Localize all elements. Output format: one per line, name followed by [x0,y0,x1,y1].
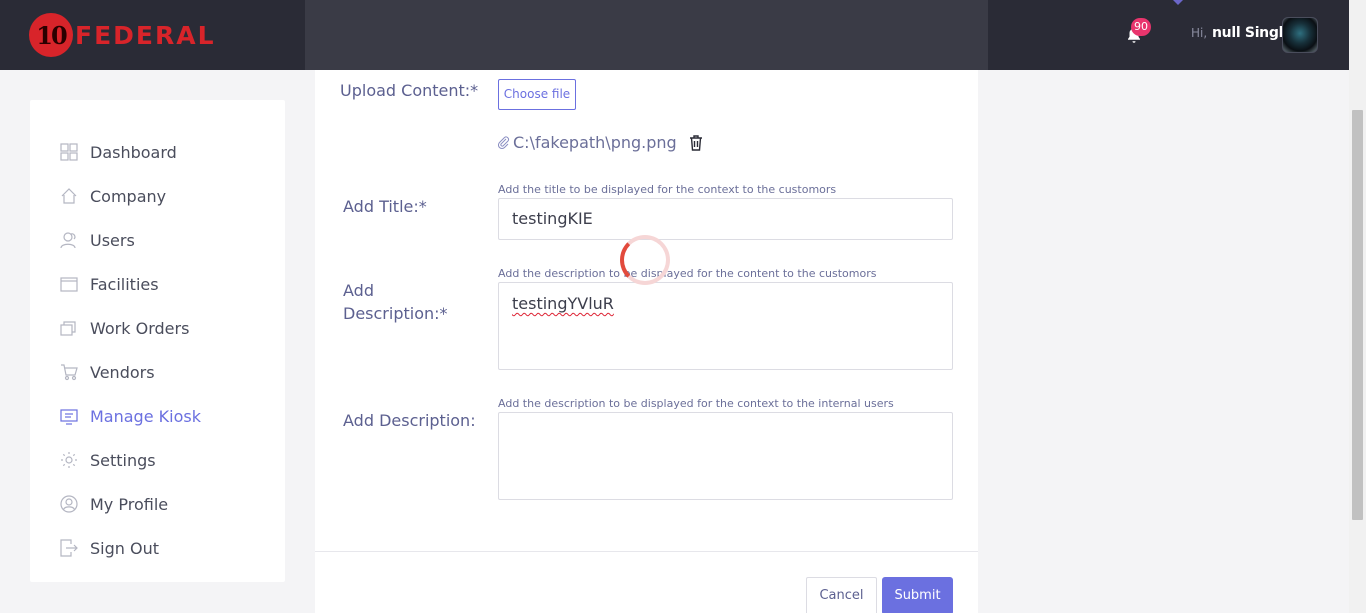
sidebar-item-label: Dashboard [90,142,177,162]
sidebar-item-label: Work Orders [90,318,190,338]
cart-icon [61,364,78,381]
page-scrollbar[interactable] [1349,0,1366,613]
greeting-text: Hi, [1191,26,1208,40]
logo-text: FEDERAL [75,20,216,50]
internal-description-hint: Add the description to be displayed for … [498,397,894,410]
choose-file-button[interactable]: Choose file [498,79,576,110]
title-input[interactable]: testingKIE [498,198,953,240]
header-center-panel [305,0,988,70]
cancel-button[interactable]: Cancel [806,577,877,613]
add-description-label-line2: Description:* [343,304,448,323]
sidebar-item-label: Vendors [90,362,155,382]
loading-spinner [620,235,670,285]
dashboard-icon [60,143,78,161]
sidebar-item-sign-out[interactable]: Sign Out [60,536,159,560]
title-hint: Add the title to be displayed for the co… [498,183,837,196]
sidebar: Dashboard Company Users Facilities Work … [30,100,285,582]
profile-icon [60,495,78,513]
notification-badge: 90 [1131,18,1151,36]
user-name[interactable]: null Singh [1212,25,1289,41]
work-orders-icon [60,321,76,336]
content-form-card: Upload Content:* Choose file C:\fakepath… [315,70,978,613]
sidebar-item-work-orders[interactable]: Work Orders [60,316,189,340]
internal-description-textarea[interactable] [498,412,953,500]
home-icon [61,188,77,204]
facilities-icon [60,277,78,292]
sidebar-item-label: Sign Out [90,538,159,558]
sidebar-item-dashboard[interactable]: Dashboard [60,140,177,164]
upload-content-label: Upload Content:* [340,81,479,100]
file-name: C:\fakepath\png.png [513,133,677,152]
description-hint: Add the description to be displayed for … [498,267,877,280]
sidebar-item-label: Users [90,230,135,250]
sidebar-item-label: My Profile [90,494,169,514]
submit-button[interactable]: Submit [882,577,953,613]
description-textarea[interactable]: testingYVluR [498,282,953,370]
sidebar-item-company[interactable]: Company [60,184,166,208]
add-description-label-line1: Add [343,281,374,300]
sidebar-item-label: Facilities [90,274,159,294]
sidebar-item-label: Manage Kiosk [90,406,201,426]
sidebar-item-manage-kiosk[interactable]: Manage Kiosk [60,404,201,428]
trash-icon[interactable] [689,134,703,151]
caret-icon [1173,0,1183,5]
description-text: testingYVluR [512,294,614,313]
users-icon [60,232,76,249]
sidebar-item-vendors[interactable]: Vendors [60,360,155,384]
logo[interactable]: 10 FEDERAL [29,13,216,57]
sidebar-item-users[interactable]: Users [60,228,135,252]
selected-file: C:\fakepath\png.png [498,133,703,152]
footer-divider [315,551,978,552]
sign-out-icon [60,539,78,557]
sidebar-item-settings[interactable]: Settings [60,448,156,472]
internal-description-label: Add Description: [343,411,476,430]
kiosk-icon [60,409,78,425]
sidebar-item-label: Settings [90,450,156,470]
gear-icon [61,452,77,468]
add-title-label: Add Title:* [343,197,427,216]
sidebar-item-my-profile[interactable]: My Profile [60,492,168,516]
paperclip-icon [498,136,509,149]
sidebar-item-facilities[interactable]: Facilities [60,272,159,296]
avatar[interactable] [1282,17,1318,53]
scrollbar-thumb[interactable] [1352,110,1363,520]
top-header: 10 FEDERAL 90 Hi, null Singh [0,0,1349,70]
sidebar-item-label: Company [90,186,167,206]
logo-emblem: 10 [29,13,73,57]
